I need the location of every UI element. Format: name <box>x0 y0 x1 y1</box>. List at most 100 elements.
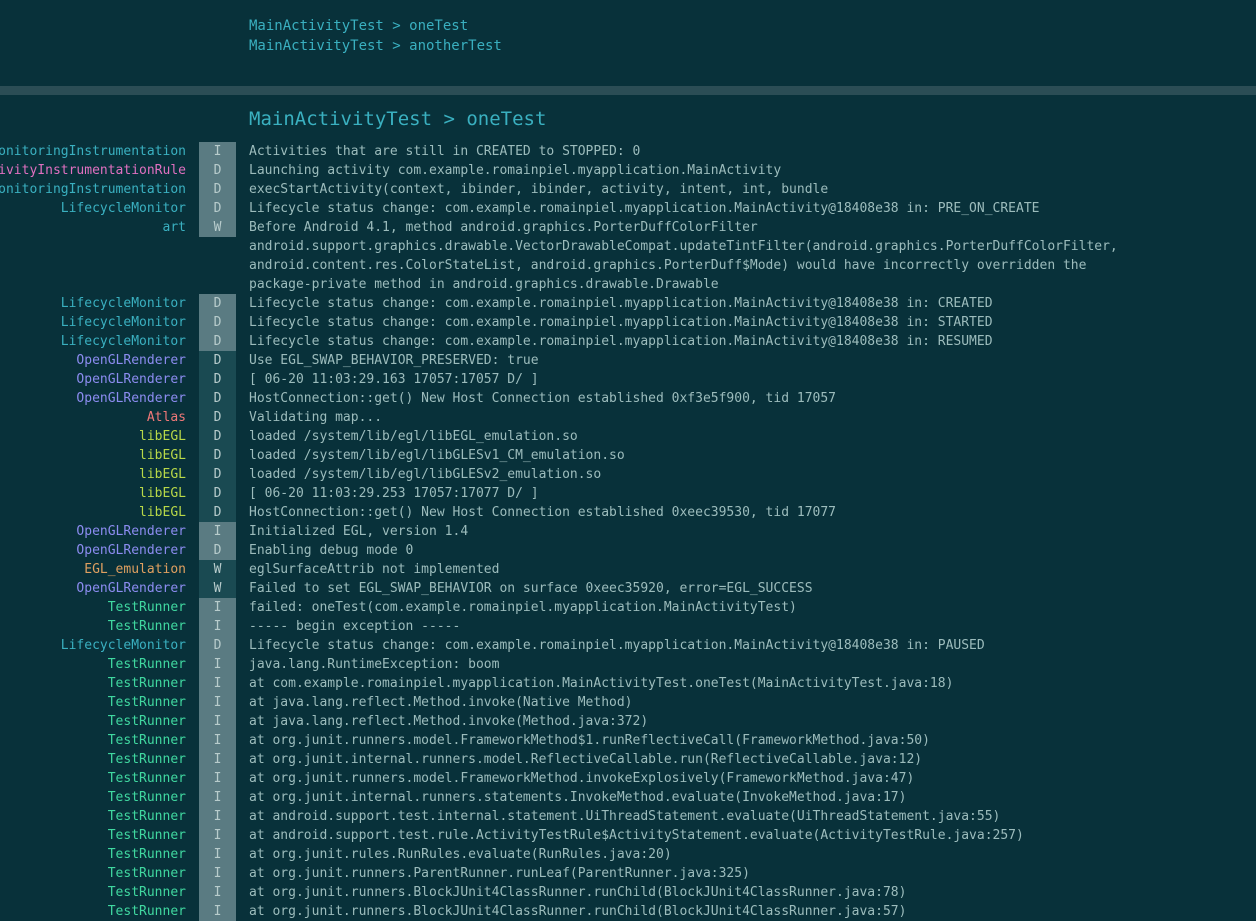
log-level: D <box>199 484 236 503</box>
log-row: TestRunner Iat org.junit.internal.runners… <box>0 750 1256 769</box>
section-title: MainActivityTest > oneTest <box>249 108 547 130</box>
log-message: Activities that are still in CREATED to … <box>249 144 641 159</box>
log-tag: TestRunner <box>107 619 186 634</box>
log-level: I <box>199 617 236 636</box>
log-row: LifecycleMonitor D Lifecycle status change… <box>0 332 1256 351</box>
log-output: MonitoringInstrumentation I Activities tha… <box>0 142 1256 921</box>
log-message: at org.junit.internal.runners.statements… <box>249 790 907 805</box>
log-message: Failed to set EGL_SWAP_BEHAVIOR on surfa… <box>249 581 813 596</box>
log-message: Before Android 4.1, method android.graph… <box>249 220 1118 292</box>
log-tag: art <box>162 220 186 235</box>
log-level: D <box>199 389 236 408</box>
log-tag: TestRunner <box>107 771 186 786</box>
log-level: I <box>199 598 236 617</box>
log-level: I <box>199 807 236 826</box>
log-row: LifecycleMonitor D Lifecycle status change… <box>0 294 1256 313</box>
log-message: HostConnection::get() New Host Connectio… <box>249 505 836 520</box>
log-level: I <box>199 769 236 788</box>
log-row: TestRunner Iat org.junit.runners.ParentRu… <box>0 864 1256 883</box>
log-message: at org.junit.runners.model.FrameworkMeth… <box>249 733 930 748</box>
log-tag: libEGL <box>139 467 186 482</box>
log-tag: OpenGLRenderer <box>76 353 186 368</box>
log-tag: TestRunner <box>107 714 186 729</box>
log-level: D <box>199 370 236 389</box>
log-message: Validating map... <box>249 410 383 425</box>
log-level: D <box>199 351 236 370</box>
log-level: W <box>199 560 236 579</box>
log-tag: TestRunner <box>107 904 186 919</box>
log-level: I <box>199 864 236 883</box>
log-row: TestRunner Iat org.junit.runners.BlockJUn… <box>0 902 1256 921</box>
log-tag: LifecycleMonitor <box>60 334 186 349</box>
log-row: libEGL D HostConnection::get() New Host Co… <box>0 503 1256 522</box>
log-row: MonitoringInstrumentation DexecStartActiv… <box>0 180 1256 199</box>
log-level: I <box>199 712 236 731</box>
log-row: OpenGLRenderer D Use EGL_SWAP_BEHAVIOR_PRE… <box>0 351 1256 370</box>
log-level: D <box>199 446 236 465</box>
log-message: eglSurfaceAttrib not implemented <box>249 562 500 577</box>
log-row: Atlas D Validating map... <box>0 408 1256 427</box>
test-link-another-test[interactable]: MainActivityTest > anotherTest <box>249 36 502 56</box>
log-row: TestRunner I ----- begin exception ----- <box>0 617 1256 636</box>
log-tag: TestRunner <box>107 752 186 767</box>
section-divider <box>0 86 1256 95</box>
log-level: D <box>199 427 236 446</box>
log-tag: OpenGLRenderer <box>76 524 186 539</box>
log-message: Launching activity com.example.romainpie… <box>249 163 782 178</box>
log-row: EGL_emulation WeglSurfaceAttrib not imple… <box>0 560 1256 579</box>
log-tag: TestRunner <box>107 733 186 748</box>
log-tag: TestRunner <box>107 600 186 615</box>
log-tag: libEGL <box>139 448 186 463</box>
log-tag: libEGL <box>139 429 186 444</box>
log-message: Enabling debug mode 0 <box>249 543 414 558</box>
log-row: OpenGLRenderer D HostConnection::get() New… <box>0 389 1256 408</box>
log-tag: TestRunner <box>107 885 186 900</box>
log-row: libEGL Dloaded /system/lib/egl/libGLESv1_… <box>0 446 1256 465</box>
log-message: at org.junit.internal.runners.model.Refl… <box>249 752 923 767</box>
test-link-one-test[interactable]: MainActivityTest > oneTest <box>249 16 502 36</box>
log-tag: libEGL <box>139 486 186 501</box>
log-tag: TestRunner <box>107 809 186 824</box>
log-message: at org.junit.runners.ParentRunner.runLea… <box>249 866 750 881</box>
log-message: HostConnection::get() New Host Connectio… <box>249 391 836 406</box>
log-level: I <box>199 522 236 541</box>
log-level: D <box>199 408 236 427</box>
log-message: at android.support.test.rule.ActivityTes… <box>249 828 1024 843</box>
log-level: W <box>199 579 236 598</box>
log-message: Lifecycle status change: com.example.rom… <box>249 315 993 330</box>
log-message: [ 06-20 11:03:29.253 17057:17077 D/ ] <box>249 486 539 501</box>
log-row: TestRunner Iat java.lang.reflect.Method.i… <box>0 693 1256 712</box>
log-tag: OpenGLRenderer <box>76 543 186 558</box>
log-level: I <box>199 674 236 693</box>
log-tag: TestRunner <box>107 676 186 691</box>
log-row: ActivityInstrumentationRule D Launching ac… <box>0 161 1256 180</box>
log-message: at org.junit.rules.RunRules.evaluate(Run… <box>249 847 672 862</box>
log-tag: EGL_emulation <box>84 562 186 577</box>
log-message: ----- begin exception ----- <box>249 619 461 634</box>
log-tag: TestRunner <box>107 657 186 672</box>
log-message: Lifecycle status change: com.example.rom… <box>249 201 1040 216</box>
log-row: LifecycleMonitor D Lifecycle status change… <box>0 636 1256 655</box>
log-row: TestRunner Iat org.junit.rules.RunRules.e… <box>0 845 1256 864</box>
log-row: LifecycleMonitor D Lifecycle status change… <box>0 313 1256 332</box>
log-level: I <box>199 826 236 845</box>
log-row: art W Before Android 4.1, method android.g… <box>0 218 1256 294</box>
log-message: Lifecycle status change: com.example.rom… <box>249 296 993 311</box>
log-message: at android.support.test.internal.stateme… <box>249 809 1001 824</box>
log-row: TestRunner Iat java.lang.reflect.Method.i… <box>0 712 1256 731</box>
log-message: at org.junit.runners.BlockJUnit4ClassRun… <box>249 885 907 900</box>
log-level: I <box>199 788 236 807</box>
log-tag: TestRunner <box>107 790 186 805</box>
log-message: at org.junit.runners.model.FrameworkMeth… <box>249 771 915 786</box>
log-row: OpenGLRenderer D [ 06-20 11:03:29.163 1705… <box>0 370 1256 389</box>
log-message: [ 06-20 11:03:29.163 17057:17057 D/ ] <box>249 372 539 387</box>
log-level: I <box>199 883 236 902</box>
log-message: at java.lang.reflect.Method.invoke(Metho… <box>249 714 649 729</box>
log-row: libEGL D [ 06-20 11:03:29.253 17057:17077 … <box>0 484 1256 503</box>
log-level: D <box>199 636 236 655</box>
log-tag: TestRunner <box>107 847 186 862</box>
log-level: D <box>199 313 236 332</box>
log-tag: ActivityInstrumentationRule <box>0 163 186 178</box>
log-message: at com.example.romainpiel.myapplication.… <box>249 676 954 691</box>
log-row: TestRunner Iat android.support.test.rule.… <box>0 826 1256 845</box>
